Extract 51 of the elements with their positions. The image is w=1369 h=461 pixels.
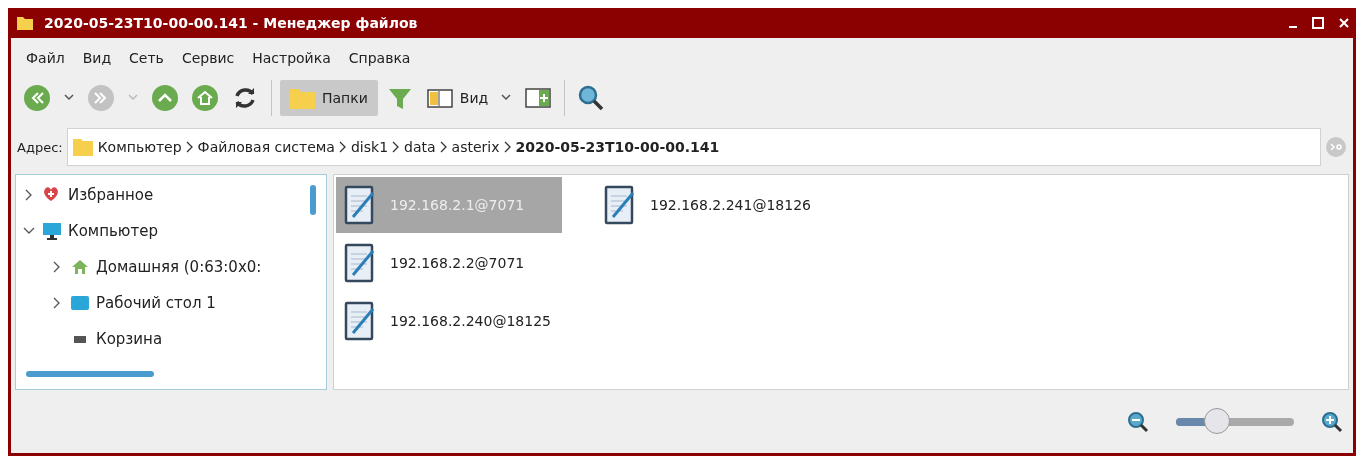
tree-item[interactable]: Корзина [96, 330, 163, 348]
menu-item[interactable]: Настройка [243, 48, 340, 68]
scrollbar[interactable] [26, 371, 154, 377]
breadcrumb-item[interactable]: 2020-05-23T10-00-00.141 [515, 139, 720, 155]
breadcrumb-item[interactable]: Файловая система [197, 139, 335, 155]
zoom-out-icon[interactable] [1127, 410, 1149, 433]
document-icon [344, 242, 376, 284]
breadcrumb-item[interactable]: Компьютер [97, 139, 182, 155]
document-icon [344, 300, 376, 342]
folder-icon [71, 137, 94, 157]
monitor-icon [42, 221, 62, 241]
file-item[interactable]: 192.168.2.2@7071 [336, 235, 562, 291]
file-item[interactable]: 192.168.2.241@18126 [596, 177, 822, 233]
menu-item[interactable]: Сеть [120, 48, 173, 68]
breadcrumb-item[interactable]: data [404, 139, 436, 155]
folder-icon [16, 15, 34, 31]
menu-item[interactable]: Справка [339, 48, 420, 68]
folders-button[interactable]: Папки [280, 80, 378, 116]
tree-item[interactable]: Домашняя (0:63:0x0: [96, 258, 262, 276]
address-label: Адрес: [17, 139, 63, 155]
chevron-icon [185, 140, 194, 154]
maximize-icon[interactable] [1312, 17, 1324, 29]
tree-item[interactable]: Рабочий стол 1 [96, 294, 216, 312]
menu-item[interactable]: Файл [17, 48, 74, 68]
tree-item[interactable]: Избранное [68, 186, 154, 204]
home-icon [70, 257, 90, 277]
zoom-in-icon[interactable] [1321, 410, 1343, 433]
tree-item[interactable]: Компьютер [68, 222, 158, 240]
window-title: 2020-05-23T10-00-00.141 - Менеджер файлов [44, 15, 419, 31]
breadcrumb-item[interactable]: disk1 [350, 139, 389, 155]
scrollbar[interactable] [310, 185, 316, 215]
desktop-icon [70, 293, 90, 313]
chevron-icon [503, 140, 512, 154]
chevron-icon [439, 140, 448, 154]
search-icon[interactable] [577, 84, 606, 112]
document-icon [344, 184, 376, 226]
back-icon[interactable] [23, 84, 51, 112]
document-icon [604, 184, 636, 226]
trash-icon [74, 335, 86, 343]
menu-item[interactable]: Сервис [172, 48, 244, 68]
folder-icon [288, 86, 316, 110]
view-button[interactable]: Вид [421, 82, 493, 114]
address-field[interactable]: Компьютер Файловая система disk1 data asterix 2020-05-23T10-00-00.141 [66, 128, 1321, 166]
home-icon[interactable] [191, 84, 219, 112]
columns-icon [425, 86, 454, 110]
menu-item[interactable]: Вид [73, 48, 121, 68]
chevron-icon [338, 140, 347, 154]
close-icon[interactable] [1338, 17, 1350, 29]
file-item[interactable]: 192.168.2.240@18125 [336, 293, 562, 349]
chevron-icon [392, 140, 401, 154]
breadcrumb-item[interactable]: asterix [451, 139, 500, 155]
